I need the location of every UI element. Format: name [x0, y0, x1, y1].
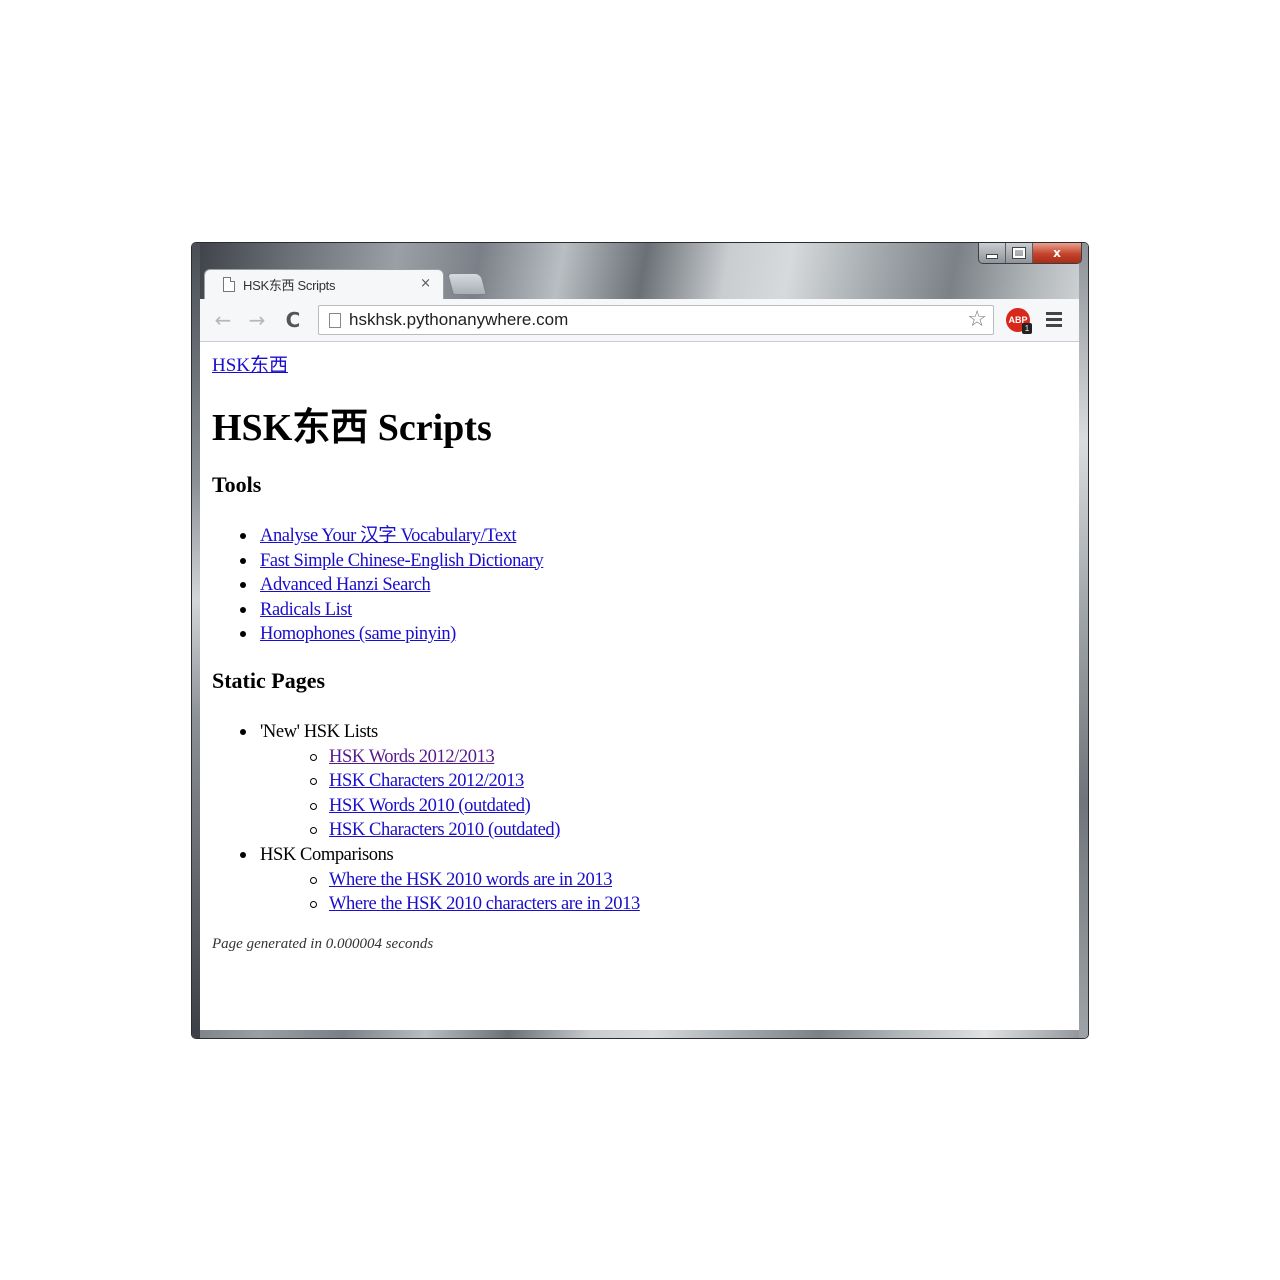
list-item: Analyse Your 汉字 Vocabulary/Text: [240, 524, 543, 549]
tab-hsk-scripts[interactable]: HSK东西 Scripts ×: [204, 269, 444, 299]
browser-toolbar: ← → C hskhsk.pythonanywhere.com ☆ ABP 1: [200, 299, 1079, 342]
minimize-icon: [986, 253, 998, 259]
link-radicals-list[interactable]: Radicals List: [260, 600, 352, 620]
page-title: HSK东西 Scripts: [212, 407, 492, 449]
url-text: hskhsk.pythonanywhere.com: [349, 310, 569, 329]
tools-heading: Tools: [212, 472, 262, 497]
home-link[interactable]: HSK东西: [212, 350, 288, 377]
reload-icon: C: [285, 308, 301, 332]
address-bar[interactable]: hskhsk.pythonanywhere.com ☆: [318, 305, 994, 335]
minimize-button[interactable]: [979, 243, 1006, 263]
list-item: HSK Characters 2010 (outdated): [309, 818, 640, 843]
group-label: 'New' HSK Lists: [260, 722, 378, 742]
static-pages-heading: Static Pages: [212, 668, 326, 693]
back-arrow-icon: ←: [214, 308, 232, 332]
link-hsk-words-2010[interactable]: HSK Words 2010 (outdated): [329, 796, 531, 816]
page-generated-note: Page generated in 0.000004 seconds: [212, 936, 434, 952]
list-item: HSK Words 2010 (outdated): [309, 794, 640, 819]
maximize-button[interactable]: [1006, 243, 1033, 263]
link-analyse-vocabulary[interactable]: Analyse Your 汉字 Vocabulary/Text: [260, 526, 517, 546]
sub-list: Where the HSK 2010 words are in 2013 Whe…: [280, 868, 640, 917]
chrome-menu-button[interactable]: [1046, 308, 1062, 330]
close-window-button[interactable]: x: [1033, 243, 1081, 263]
link-dictionary[interactable]: Fast Simple Chinese-English Dictionary: [260, 551, 544, 571]
link-hsk-words-2013[interactable]: HSK Words 2012/2013: [329, 747, 495, 767]
link-characters-comparison[interactable]: Where the HSK 2010 characters are in 201…: [329, 894, 640, 914]
link-hsk-characters-2010[interactable]: HSK Characters 2010 (outdated): [329, 820, 560, 840]
list-item: Advanced Hanzi Search: [240, 573, 543, 598]
forward-button[interactable]: →: [244, 307, 270, 333]
page-content: HSK东西 HSK东西 Scripts Tools Analyse Your 汉…: [200, 342, 1079, 1030]
bookmark-star-icon[interactable]: ☆: [967, 307, 987, 332]
list-item: HSK Characters 2012/2013: [309, 769, 640, 794]
tab-title: HSK东西 Scripts: [243, 278, 336, 293]
list-item: 'New' HSK Lists HSK Words 2012/2013 HSK …: [240, 720, 620, 843]
reload-button[interactable]: C: [280, 307, 306, 333]
tab-close-icon[interactable]: ×: [420, 276, 431, 291]
sub-list: HSK Words 2012/2013 HSK Characters 2012/…: [280, 745, 640, 843]
group-label: HSK Comparisons: [260, 844, 394, 865]
browser-window: x HSK东西 Scripts × ← → C hskhsk.pythonany…: [192, 243, 1088, 1038]
link-words-comparison[interactable]: Where the HSK 2010 words are in 2013: [329, 870, 612, 890]
hamburger-icon: [1046, 311, 1062, 315]
list-item: Fast Simple Chinese-English Dictionary: [240, 549, 544, 574]
list-item: HSK Words 2012/2013: [309, 745, 640, 770]
forward-arrow-icon: →: [248, 308, 266, 332]
new-tab-button[interactable]: [447, 273, 487, 295]
list-item: Where the HSK 2010 characters are in 201…: [309, 892, 640, 917]
link-hsk-characters-2013[interactable]: HSK Characters 2012/2013: [329, 771, 524, 791]
list-item: HSK Comparisons Where the HSK 2010 words…: [240, 843, 640, 917]
back-button[interactable]: ←: [210, 307, 236, 333]
list-item: Homophones (same pinyin): [240, 622, 543, 647]
page-icon: [329, 313, 341, 328]
page-icon: [223, 277, 235, 292]
link-homophones[interactable]: Homophones (same pinyin): [260, 624, 456, 644]
maximize-icon: [1012, 247, 1026, 259]
window-caption-buttons: x: [978, 243, 1082, 264]
adblock-count-badge: 1: [1022, 323, 1032, 334]
tools-list: Analyse Your 汉字 Vocabulary/Text Fast Sim…: [240, 524, 544, 647]
list-item: Radicals List: [240, 598, 543, 623]
close-icon: x: [1053, 246, 1061, 260]
link-hanzi-search[interactable]: Advanced Hanzi Search: [260, 575, 431, 595]
list-item: Where the HSK 2010 words are in 2013: [309, 868, 640, 893]
static-pages-list: 'New' HSK Lists HSK Words 2012/2013 HSK …: [240, 720, 640, 917]
